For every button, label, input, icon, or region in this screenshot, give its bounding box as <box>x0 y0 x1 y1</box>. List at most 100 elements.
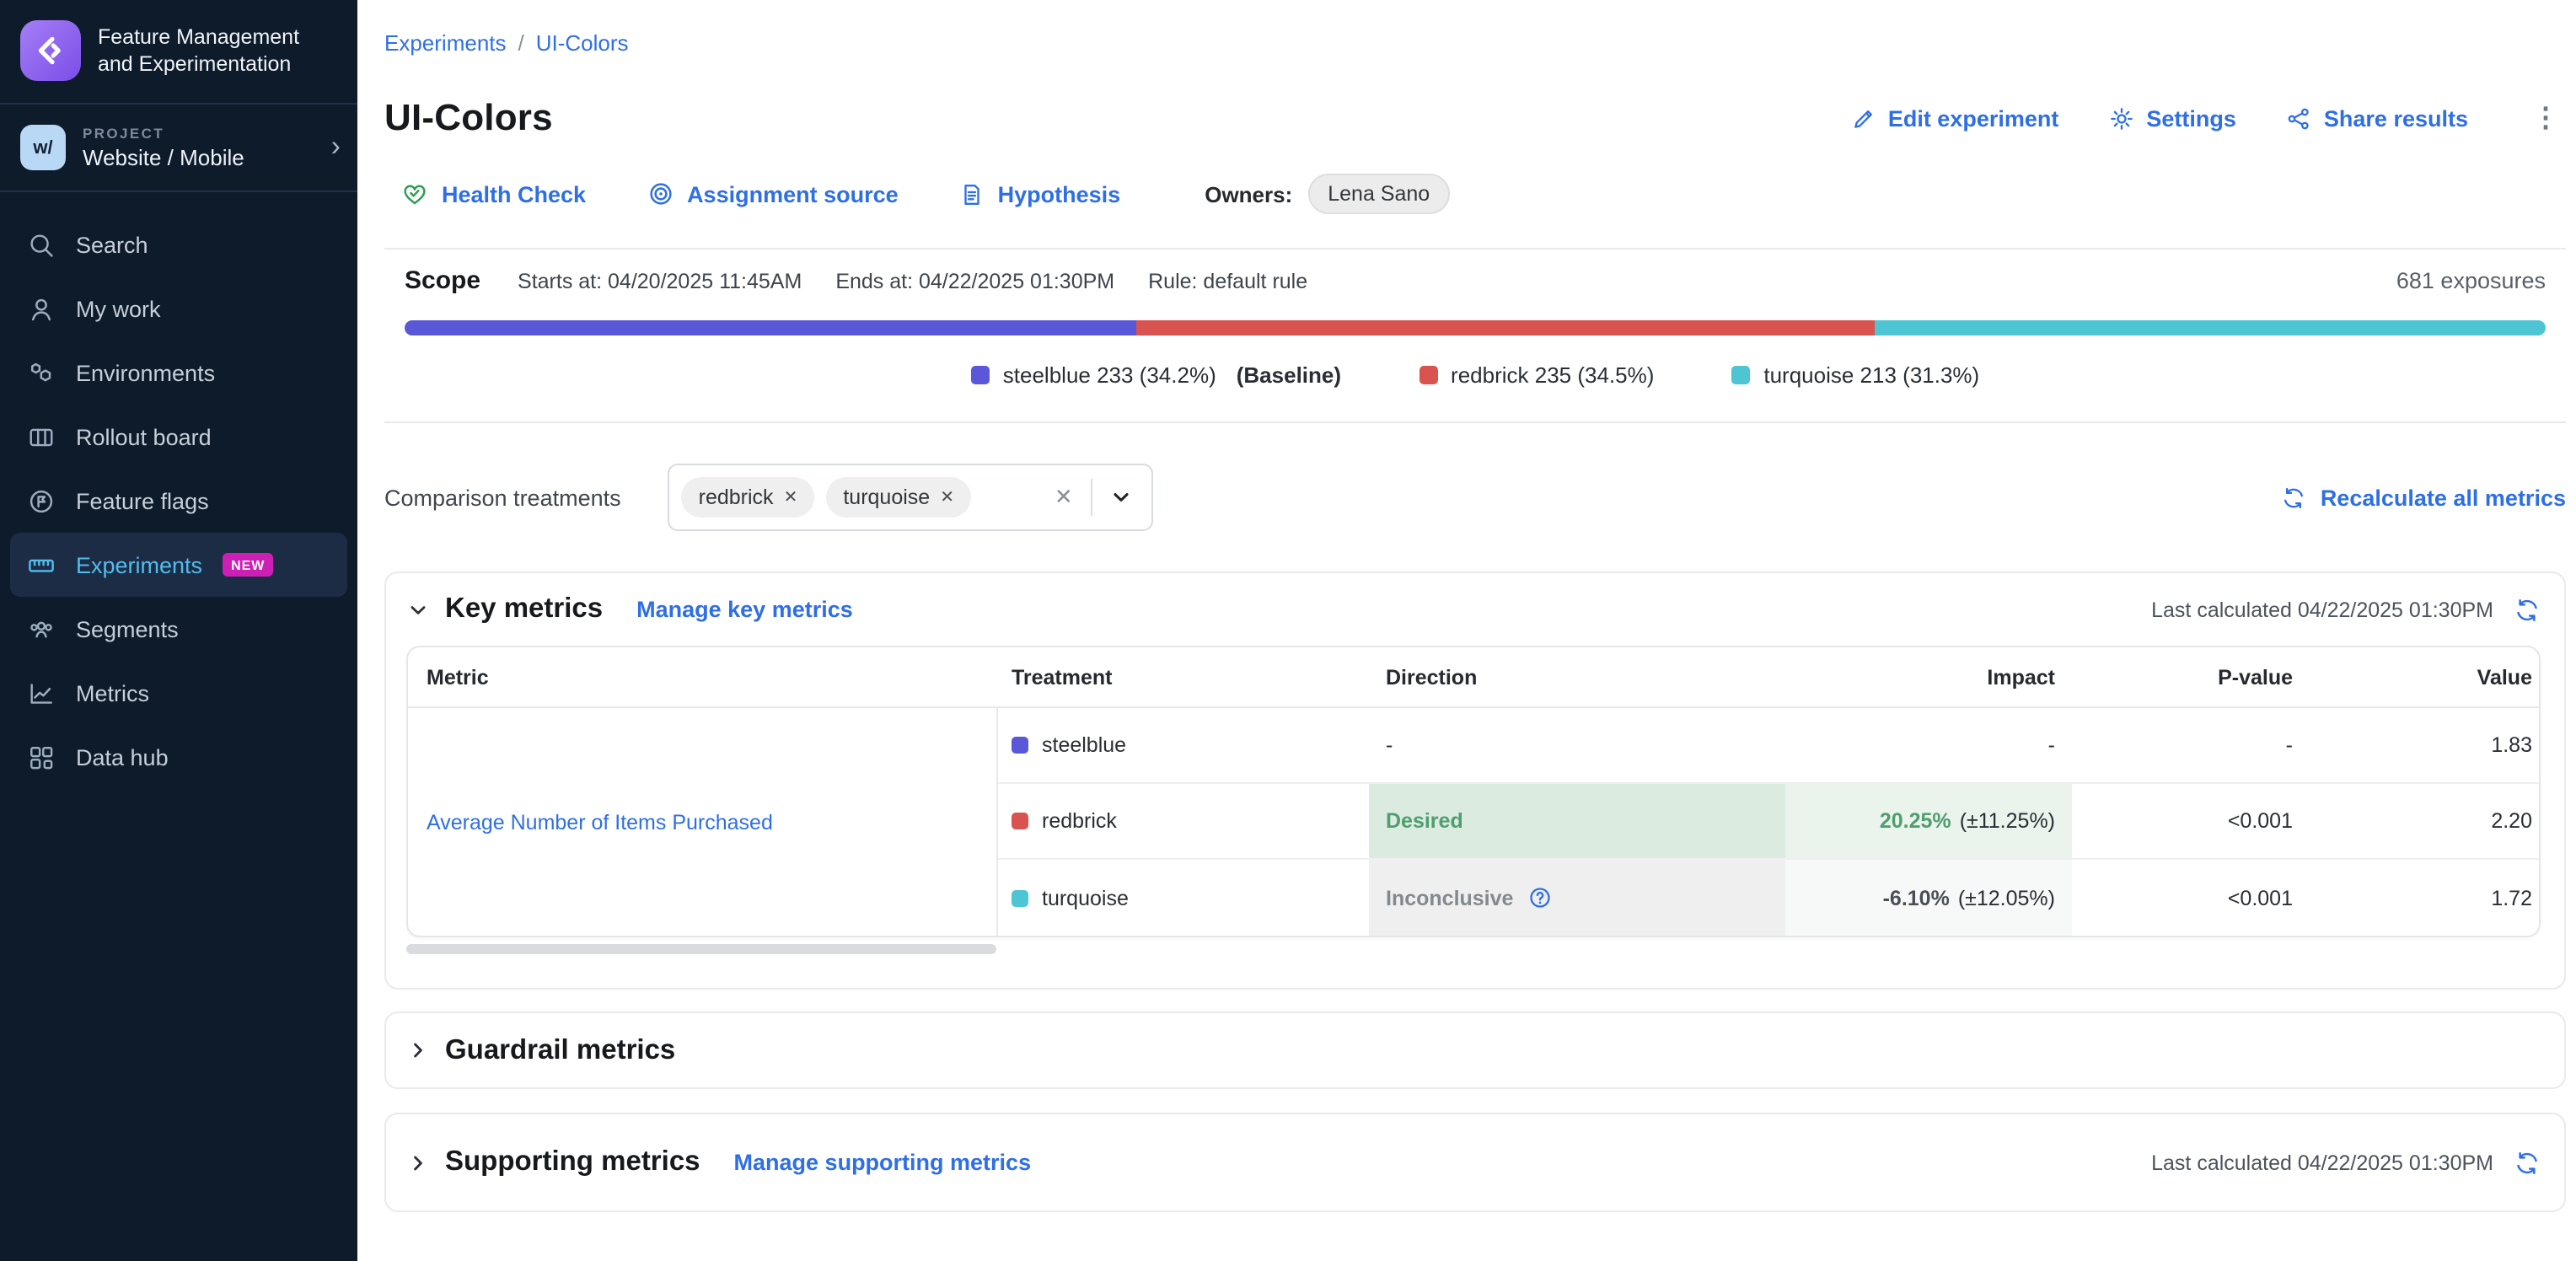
redbrick-swatch <box>1012 813 1028 829</box>
col-header-value: Value <box>2306 665 2541 689</box>
legend-item-turquoise: turquoise 213 (31.3%) <box>1731 362 1979 388</box>
scope-section: Scope Starts at: 04/20/2025 11:45AM Ends… <box>384 248 2566 423</box>
supporting-metrics-section: Supporting metrics Manage supporting met… <box>384 1113 2566 1212</box>
document-icon <box>959 181 985 207</box>
recalculate-all-metrics-button[interactable]: Recalculate all metrics <box>2282 485 2566 510</box>
sidebar-item-label: Search <box>76 232 148 257</box>
sidebar-item-search[interactable]: Search <box>0 212 357 276</box>
owners-label: Owners: <box>1205 181 1292 207</box>
new-badge: NEW <box>223 553 273 577</box>
key-metrics-section: Key metrics Manage key metrics Last calc… <box>384 571 2566 990</box>
gear-icon <box>2109 105 2134 131</box>
sidebar-item-data-hub[interactable]: Data hub <box>0 725 357 789</box>
app-logo-row[interactable]: Feature Management and Experimentation <box>0 0 357 105</box>
more-options-button[interactable]: ⋮ <box>2525 101 2566 135</box>
p-value-cell: - <box>2072 708 2306 784</box>
table-header-row: Metric Treatment Direction Impact P-valu… <box>408 647 2539 708</box>
main-content: Experiments / UI-Colors UI-Colors Edit e… <box>357 0 2576 1261</box>
direction-cell-inconclusive: Inconclusive <box>1369 860 1785 936</box>
sidebar-item-experiments[interactable]: Experiments NEW <box>10 533 347 597</box>
app-window: Feature Management and Experimentation w… <box>0 0 2576 1261</box>
col-header-impact: Impact <box>1785 665 2072 689</box>
distribution-segment-turquoise <box>1876 320 2546 335</box>
clear-selection-icon[interactable]: ✕ <box>1048 484 1080 511</box>
distribution-segment-steelblue <box>405 320 1137 335</box>
refresh-icon[interactable] <box>2514 596 2541 623</box>
steelblue-swatch <box>971 366 990 384</box>
share-results-button[interactable]: Share results <box>2287 105 2468 131</box>
app-title: Feature Management and Experimentation <box>98 24 337 78</box>
key-metrics-title: Key metrics <box>445 593 603 625</box>
col-header-treatment: Treatment <box>998 665 1369 689</box>
flag-circle-icon <box>27 486 56 515</box>
horizontal-scrollbar-thumb[interactable] <box>406 944 996 954</box>
sidebar-item-segments[interactable]: Segments <box>0 597 357 661</box>
sidebar-item-environments[interactable]: Environments <box>0 341 357 405</box>
table-body: Average Number of Items Purchased steelb… <box>408 708 2539 936</box>
refresh-icon[interactable] <box>2514 1149 2541 1176</box>
treatment-distribution-bar <box>405 320 2546 335</box>
grid-icon <box>27 743 56 771</box>
sidebar-item-metrics[interactable]: Metrics <box>0 661 357 725</box>
refresh-icon <box>2282 485 2307 510</box>
edit-experiment-button[interactable]: Edit experiment <box>1851 105 2059 131</box>
project-switcher[interactable]: w/ PROJECT Website / Mobile › <box>0 105 357 192</box>
steelblue-swatch <box>1012 737 1028 754</box>
key-metrics-table: Metric Treatment Direction Impact P-valu… <box>406 646 2541 937</box>
sidebar-item-my-work[interactable]: My work <box>0 276 357 341</box>
manage-key-metrics-link[interactable]: Manage key metrics <box>636 597 853 622</box>
sidebar-item-rollout-board[interactable]: Rollout board <box>0 405 357 469</box>
assignment-source-link[interactable]: Assignment source <box>647 180 899 207</box>
heart-check-icon <box>401 180 428 207</box>
key-metrics-last-calculated: Last calculated 04/22/2025 01:30PM <box>2151 596 2541 623</box>
p-value-cell: <0.001 <box>2072 860 2306 936</box>
guardrail-metrics-section: Guardrail metrics <box>384 1011 2566 1089</box>
table-row-treatment: redbrick <box>998 784 1369 860</box>
comparison-treatments-select[interactable]: redbrick ✕ turquoise ✕ ✕ <box>668 464 1154 531</box>
share-icon <box>2287 105 2312 131</box>
sidebar-item-label: Rollout board <box>76 424 212 449</box>
sidebar-item-label: Metrics <box>76 680 149 706</box>
col-header-metric: Metric <box>408 665 998 689</box>
redbrick-swatch <box>1419 366 1437 384</box>
search-icon <box>27 230 56 259</box>
table-row-treatment: turquoise <box>998 860 1369 936</box>
expand-chevron-right-icon[interactable] <box>406 1151 430 1174</box>
chevron-down-icon[interactable] <box>1105 486 1139 509</box>
hypothesis-link[interactable]: Hypothesis <box>959 181 1121 207</box>
sidebar-item-label: Segments <box>76 616 179 641</box>
close-icon[interactable]: ✕ <box>784 488 798 507</box>
sidebar-item-label: Feature flags <box>76 488 209 513</box>
target-icon <box>647 180 674 207</box>
settings-button[interactable]: Settings <box>2109 105 2236 131</box>
sidebar-item-feature-flags[interactable]: Feature flags <box>0 469 357 533</box>
expand-chevron-right-icon[interactable] <box>406 1038 430 1062</box>
metric-name-cell: Average Number of Items Purchased <box>408 708 998 936</box>
sidebar: Feature Management and Experimentation w… <box>0 0 357 1261</box>
project-avatar: w/ <box>20 125 66 170</box>
breadcrumb-separator: / <box>518 30 524 56</box>
health-check-link[interactable]: Health Check <box>401 180 586 207</box>
distribution-segment-redbrick <box>1137 320 1876 335</box>
title-actions: Edit experiment Settings Share results ⋮ <box>1851 101 2566 135</box>
user-icon <box>27 294 56 323</box>
supporting-metrics-last-calculated: Last calculated 04/22/2025 01:30PM <box>2151 1149 2541 1176</box>
chip-turquoise[interactable]: turquoise ✕ <box>826 477 971 518</box>
col-header-direction: Direction <box>1369 665 1785 689</box>
experiment-meta-row: Health Check Assignment source Hypothesi… <box>401 174 2566 214</box>
impact-cell-desired: 20.25% (±11.25%) <box>1785 784 2072 860</box>
breadcrumb-ui-colors[interactable]: UI-Colors <box>536 30 629 56</box>
close-icon[interactable]: ✕ <box>940 488 954 507</box>
manage-supporting-metrics-link[interactable]: Manage supporting metrics <box>734 1150 1032 1175</box>
chip-redbrick[interactable]: redbrick ✕ <box>682 477 815 518</box>
breadcrumb-experiments[interactable]: Experiments <box>384 30 507 56</box>
value-cell: 1.72 <box>2306 860 2541 936</box>
question-circle-icon[interactable] <box>1527 885 1552 910</box>
guardrail-metrics-title: Guardrail metrics <box>445 1034 675 1066</box>
metric-link[interactable]: Average Number of Items Purchased <box>427 810 773 834</box>
owner-pill[interactable]: Lena Sano <box>1307 174 1450 214</box>
collapse-chevron-down-icon[interactable] <box>406 598 430 621</box>
direction-cell: - <box>1369 708 1785 784</box>
ruler-icon <box>27 550 56 579</box>
table-row-treatment: steelblue <box>998 708 1369 784</box>
